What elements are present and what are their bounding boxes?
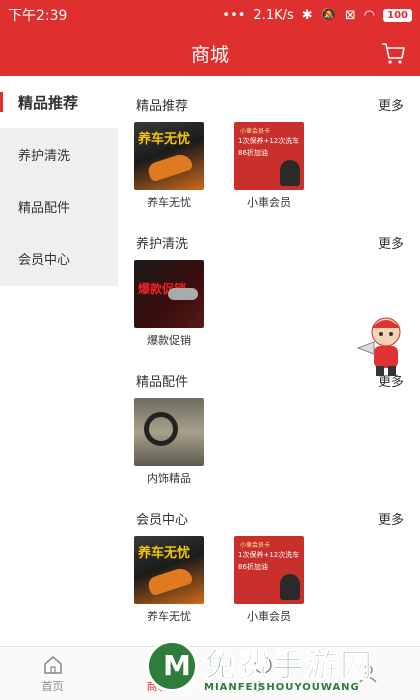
card-text: 小車会员卡 bbox=[240, 542, 271, 549]
car-shape bbox=[146, 151, 194, 183]
product-name: 小車会员 bbox=[247, 196, 291, 209]
battery-icon: 100 bbox=[383, 8, 412, 22]
product-card[interactable]: 爆款促销 爆款促销 bbox=[134, 260, 204, 348]
mascot-float-icon[interactable] bbox=[356, 310, 412, 378]
status-time: 下午2:39 bbox=[8, 8, 68, 24]
section-title: 精品推荐 bbox=[136, 98, 189, 114]
product-name: 养车无忧 bbox=[147, 196, 191, 209]
sidebar-item-label: 会员中心 bbox=[18, 252, 71, 268]
product-name: 爆款促销 bbox=[147, 334, 191, 347]
section-membership: 会员中心 更多 养车无忧 养车无忧 小車会员卡 1次保养+12次洗车 86折加油… bbox=[118, 508, 420, 624]
status-indicators: ••• 2.1K/s ✱ 🔕 ⊠ ◠ 100 bbox=[222, 8, 412, 23]
card-text: 86折加油 bbox=[238, 563, 268, 571]
category-sidebar: 精品推荐 养护清洗 精品配件 会员中心 bbox=[0, 76, 118, 286]
card-text: 小車会员卡 bbox=[240, 128, 271, 135]
header-bar: 商城 bbox=[0, 30, 420, 76]
section-header: 养护清洗 更多 bbox=[118, 232, 420, 252]
product-list: 养车无忧 养车无忧 小車会员卡 1次保养+12次洗车 86折加油 小車会员 bbox=[118, 536, 420, 624]
card-text: 1次保养+12次洗车 bbox=[238, 551, 300, 559]
more-link[interactable]: 更多 bbox=[378, 233, 404, 252]
steering-wheel-shape bbox=[144, 412, 178, 446]
sidebar-item-featured[interactable]: 精品推荐 bbox=[0, 76, 118, 128]
mascot-figure bbox=[280, 160, 300, 186]
wifi-icon: ◠ bbox=[363, 7, 376, 23]
network-speed: 2.1K/s bbox=[253, 7, 294, 23]
headlight-promo-image: 爆款促销 bbox=[134, 260, 204, 328]
sidebar-item-label: 精品配件 bbox=[18, 200, 71, 216]
section-accessories: 精品配件 更多 内饰精品 bbox=[118, 370, 420, 486]
member-card-image: 小車会员卡 1次保养+12次洗车 86折加油 bbox=[234, 122, 304, 190]
sidebar-item-care[interactable]: 养护清洗 bbox=[0, 128, 118, 180]
more-link[interactable]: 更多 bbox=[378, 509, 404, 528]
product-card[interactable]: 内饰精品 bbox=[134, 398, 204, 486]
car-promo-image: 养车无忧 bbox=[134, 122, 204, 190]
product-name: 养车无忧 bbox=[147, 610, 191, 623]
page-title: 商城 bbox=[190, 44, 229, 66]
thumb-text: 养车无忧 bbox=[138, 546, 191, 561]
member-card-image: 小車会员卡 1次保养+12次洗车 86折加油 bbox=[234, 536, 304, 604]
home-icon bbox=[43, 655, 62, 674]
watermark-title: 免费手游网 bbox=[203, 646, 375, 685]
mute-icon: 🔕 bbox=[320, 7, 337, 23]
card-text: 86折加油 bbox=[238, 149, 268, 157]
tab-home[interactable]: 首页 bbox=[0, 647, 105, 700]
headlight-shape bbox=[168, 288, 198, 300]
steering-wheel-image bbox=[134, 398, 204, 466]
thumb-text: 养车无忧 bbox=[138, 132, 191, 147]
card-text: 1次保养+12次洗车 bbox=[238, 137, 300, 145]
status-bar: 下午2:39 ••• 2.1K/s ✱ 🔕 ⊠ ◠ 100 bbox=[0, 0, 420, 30]
product-card[interactable]: 养车无忧 养车无忧 bbox=[134, 122, 204, 210]
section-header: 会员中心 更多 bbox=[118, 508, 420, 528]
sidebar-item-label: 养护清洗 bbox=[18, 148, 71, 164]
sidebar-item-membership[interactable]: 会员中心 bbox=[0, 232, 118, 284]
sidebar-item-accessories[interactable]: 精品配件 bbox=[0, 180, 118, 232]
section-title: 精品配件 bbox=[136, 374, 189, 390]
product-name: 小車会员 bbox=[247, 610, 291, 623]
watermark-emblem: M bbox=[146, 640, 198, 692]
product-list: 养车无忧 养车无忧 小車会员卡 1次保养+12次洗车 86折加油 小車会员 bbox=[118, 122, 420, 210]
sim-icon: ⊠ bbox=[344, 7, 356, 23]
product-card[interactable]: 小車会员卡 1次保养+12次洗车 86折加油 小車会员 bbox=[234, 122, 304, 210]
section-header: 精品推荐 更多 bbox=[118, 94, 420, 114]
section-title: 会员中心 bbox=[136, 512, 189, 528]
car-promo-image: 养车无忧 bbox=[134, 536, 204, 604]
more-link[interactable]: 更多 bbox=[378, 95, 404, 114]
section-featured: 精品推荐 更多 养车无忧 养车无忧 小車会员卡 1次保养+12次洗车 86折加油… bbox=[118, 94, 420, 210]
product-name: 内饰精品 bbox=[147, 472, 191, 485]
watermark-subtitle: MIANFEISHOUYOUWANG bbox=[204, 682, 360, 693]
watermark-logo: M 免费手游网 MIANFEISHOUYOUWANG bbox=[146, 640, 414, 698]
product-card[interactable]: 养车无忧 养车无忧 bbox=[134, 536, 204, 624]
car-shape bbox=[146, 565, 194, 597]
sidebar-item-label: 精品推荐 bbox=[18, 93, 79, 112]
cart-icon[interactable] bbox=[380, 40, 406, 66]
status-dots: ••• bbox=[222, 7, 246, 23]
tab-label: 首页 bbox=[41, 679, 64, 693]
bluetooth-icon: ✱ bbox=[301, 7, 313, 23]
mascot-figure bbox=[280, 574, 300, 600]
product-card[interactable]: 小車会员卡 1次保养+12次洗车 86折加油 小車会员 bbox=[234, 536, 304, 624]
section-title: 养护清洗 bbox=[136, 236, 189, 252]
product-list: 内饰精品 bbox=[118, 398, 420, 486]
